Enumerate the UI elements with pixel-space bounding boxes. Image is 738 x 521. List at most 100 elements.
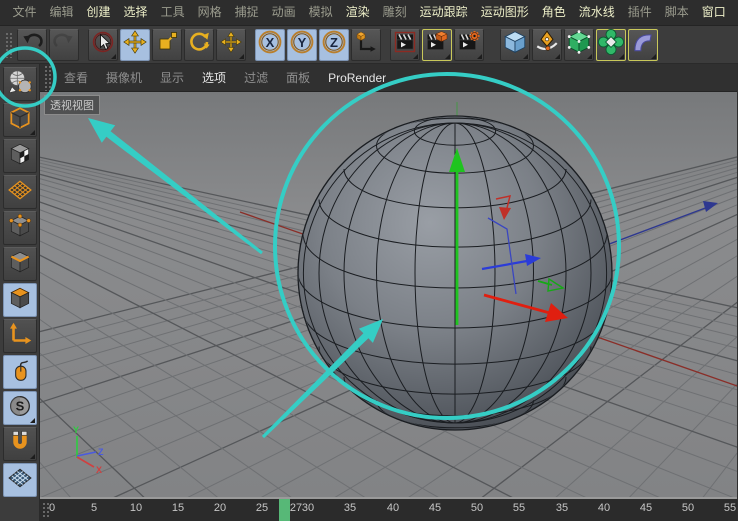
timeline-tick-2[interactable]: 10	[130, 502, 142, 514]
menubar-item-0[interactable]: 文件	[6, 0, 43, 25]
lock-y-axis-button[interactable]: Y	[287, 29, 317, 61]
timeline-tick-1[interactable]: 5	[91, 502, 97, 514]
menubar-item-11[interactable]: 运动跟踪	[413, 0, 474, 25]
model-mode-button[interactable]	[3, 103, 37, 137]
timeline-tick-0[interactable]: 0	[49, 502, 55, 514]
generators-button[interactable]	[596, 29, 626, 61]
timeline-tick-3[interactable]: 15	[172, 502, 184, 514]
timeline-tick-8[interactable]: 35	[344, 502, 356, 514]
edges-mode-button[interactable]	[3, 247, 37, 281]
view-axis-z-label: Z	[98, 447, 104, 457]
timeline-tick-16[interactable]: 50	[682, 502, 694, 514]
menubar-item-9[interactable]: 渲染	[339, 0, 376, 25]
timeline-tick-6[interactable]: 27	[290, 502, 302, 514]
menubar-item-8[interactable]: 模拟	[302, 0, 339, 25]
timeline-tick-7[interactable]: 30	[302, 502, 314, 514]
menubar-item-5[interactable]: 网格	[191, 0, 228, 25]
menubar-item-18[interactable]: 帮助	[732, 0, 738, 25]
texture-mode-icon	[7, 141, 33, 172]
menubar-item-10[interactable]: 雕刻	[376, 0, 413, 25]
undo-icon	[20, 30, 44, 59]
timeline-tick-4[interactable]: 20	[214, 502, 226, 514]
timeline-ruler[interactable]: 0 5 10 15 20 25 2730 35 40 45 50 55 35 40 45 50 55	[40, 497, 737, 521]
lock-z-axis-button[interactable]: Z	[319, 29, 349, 61]
timeline-tick-9[interactable]: 40	[387, 502, 399, 514]
timeline-playhead[interactable]	[279, 499, 290, 521]
magnet-icon	[7, 429, 33, 460]
workplane-snap-button[interactable]	[3, 463, 37, 497]
menubar-item-2[interactable]: 创建	[80, 0, 117, 25]
enable-axis-button[interactable]	[3, 319, 37, 353]
menu-bar: 文件编辑创建选择工具网格捕捉动画模拟渲染雕刻运动跟踪运动图形角色流水线插件脚本窗…	[0, 0, 738, 26]
view-axis-x-label: X	[96, 465, 102, 475]
menubar-item-13[interactable]: 角色	[535, 0, 572, 25]
last-used-tool-button[interactable]	[216, 29, 246, 61]
render-settings-button[interactable]	[454, 29, 484, 61]
make-editable-button[interactable]	[3, 67, 37, 101]
viewport-menu-item-4[interactable]: 过滤	[235, 69, 277, 86]
rotate-tool-button[interactable]	[184, 29, 214, 61]
toolbar-drag-handle[interactable]	[5, 32, 13, 58]
viewport-menu-item-1[interactable]: 摄像机	[97, 69, 151, 86]
y-axis-icon: Y	[289, 29, 315, 60]
x-axis-icon: X	[257, 29, 283, 60]
menubar-item-4[interactable]: 工具	[154, 0, 191, 25]
timeline-tick-15[interactable]: 45	[640, 502, 652, 514]
render-settings-icon	[457, 30, 481, 59]
texture-mode-button[interactable]	[3, 139, 37, 173]
generators-icon	[598, 29, 624, 60]
menubar-item-1[interactable]: 编辑	[43, 0, 80, 25]
add-cube-object-button[interactable]	[500, 29, 530, 61]
menubar-item-12[interactable]: 运动图形	[474, 0, 535, 25]
timeline-tick-17[interactable]: 55	[724, 502, 736, 514]
viewport-menu-item-0[interactable]: 查看	[55, 69, 97, 86]
timeline-tick-11[interactable]: 50	[471, 502, 483, 514]
subdivision-surface-button[interactable]	[564, 29, 594, 61]
timeline-tick-14[interactable]: 40	[598, 502, 610, 514]
undo-button[interactable]	[17, 29, 47, 61]
pen-spline-tool-button[interactable]	[532, 29, 562, 61]
viewport-perspective[interactable]: 透视视图	[40, 92, 737, 497]
enable-snap-button[interactable]	[3, 427, 37, 461]
viewport-menu-drag-handle[interactable]	[44, 65, 52, 91]
render-to-picture-viewer-button[interactable]	[422, 29, 452, 61]
workplane-mode-button[interactable]	[3, 175, 37, 209]
redo-button[interactable]	[49, 29, 79, 61]
viewport-menu-item-5[interactable]: 面板	[277, 69, 319, 86]
menubar-item-17[interactable]: 窗口	[695, 0, 732, 25]
viewport-menu-item-6[interactable]: ProRender	[319, 71, 395, 85]
timeline-tick-10[interactable]: 45	[429, 502, 441, 514]
live-selection-button[interactable]	[88, 29, 118, 61]
enable-axis-icon	[7, 321, 33, 352]
menubar-item-6[interactable]: 捕捉	[228, 0, 265, 25]
workplane-icon	[7, 177, 33, 208]
viewport-menu-item-2[interactable]: 显示	[151, 69, 193, 86]
subdivision-surface-icon	[566, 29, 592, 60]
menubar-item-3[interactable]: 选择	[117, 0, 154, 25]
world-z-axis-arrowhead	[703, 201, 718, 212]
move-tool-button[interactable]	[120, 29, 150, 61]
menubar-item-7[interactable]: 动画	[265, 0, 302, 25]
coordinate-system-button[interactable]	[351, 29, 381, 61]
polygons-mode-button[interactable]	[3, 283, 37, 317]
svg-text:Y: Y	[298, 35, 307, 50]
cube-primitive-icon	[502, 29, 528, 60]
scale-tool-button[interactable]	[152, 29, 182, 61]
menubar-item-14[interactable]: 流水线	[572, 0, 621, 25]
menubar-item-16[interactable]: 脚本	[658, 0, 695, 25]
timeline-tick-13[interactable]: 35	[556, 502, 568, 514]
lock-x-axis-button[interactable]: X	[255, 29, 285, 61]
viewport-menu-item-3[interactable]: 选项	[193, 69, 235, 86]
timeline-tick-12[interactable]: 55	[513, 502, 525, 514]
timeline-tick-5[interactable]: 25	[256, 502, 268, 514]
move-icon	[123, 30, 147, 59]
points-mode-button[interactable]	[3, 211, 37, 245]
tweak-mode-button[interactable]	[3, 355, 37, 389]
viewport-view-label[interactable]: 透视视图	[44, 95, 100, 115]
viewport-solo-icon: S	[7, 393, 33, 424]
viewport-solo-button[interactable]: S	[3, 391, 37, 425]
menubar-item-15[interactable]: 插件	[621, 0, 658, 25]
make-editable-icon	[7, 69, 33, 100]
deformers-button[interactable]	[628, 29, 658, 61]
render-view-button[interactable]	[390, 29, 420, 61]
